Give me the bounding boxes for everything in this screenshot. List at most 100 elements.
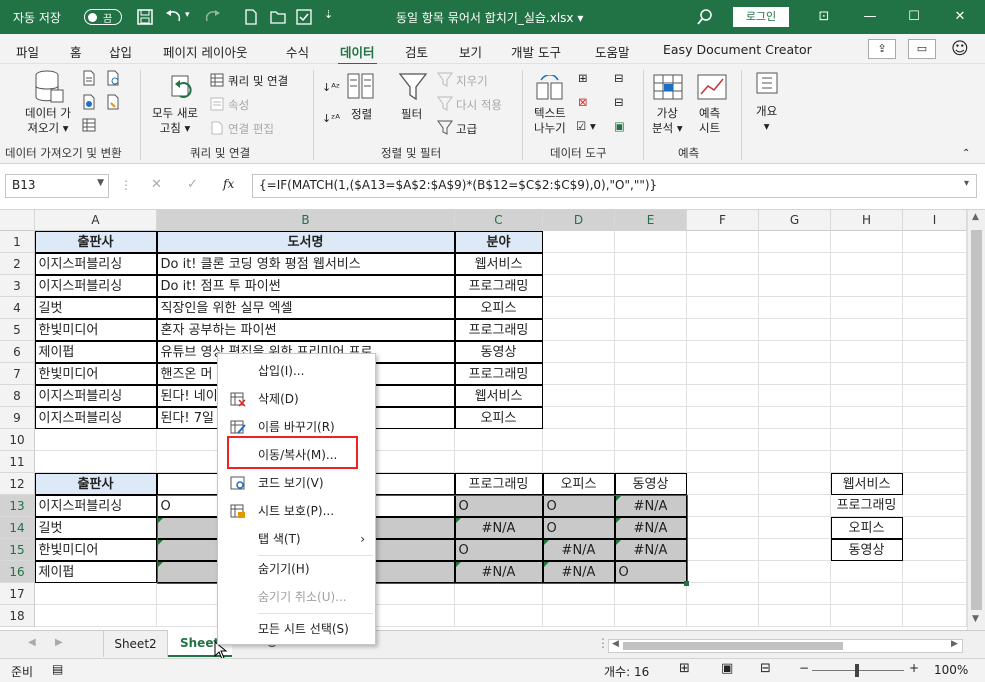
grid-cell[interactable] [687,297,759,319]
category-cell[interactable]: 웹서비스 [454,252,543,275]
row-header[interactable]: 1 [0,231,35,253]
header-category[interactable]: 분야 [454,230,543,253]
zoom-in-icon[interactable]: + [909,661,919,675]
row-header[interactable]: 2 [0,253,35,275]
match-cell[interactable]: #N/A [542,560,615,583]
grid-cell[interactable] [687,605,759,627]
grid-cell[interactable] [759,539,831,561]
queries-connections-button[interactable]: 쿼리 및 연결 [228,73,288,89]
grid-cell[interactable] [543,275,615,297]
match-cell[interactable]: O [542,516,615,539]
grid-cell[interactable] [831,429,903,451]
grid-cell[interactable] [759,385,831,407]
match-cell[interactable]: #N/A [614,538,687,561]
grid-cell[interactable] [615,385,687,407]
grid-cell[interactable] [687,583,759,605]
grid-cell[interactable] [455,605,543,627]
next-sheet-icon[interactable]: ▶ [55,637,63,648]
row-header[interactable]: 3 [0,275,35,297]
menu-item-protect-sheet[interactable]: 시트 보호(P)... [218,497,375,525]
grid-cell[interactable] [759,407,831,429]
relationships-icon[interactable]: ⊟ [614,95,624,109]
grid-cell[interactable] [759,495,831,517]
hscroll-thumb[interactable] [623,642,843,650]
grid-cell[interactable] [543,385,615,407]
clear-button[interactable]: 지우기 [456,73,488,89]
get-data-button[interactable]: 데이터 가 져오기 ▾ [25,106,71,136]
grid-cell[interactable] [615,341,687,363]
grid-cell[interactable] [687,231,759,253]
manage-data-model-icon[interactable]: ▣ [614,119,625,133]
book-title-cell[interactable]: 직장인을 위한 실무 엑셀 [156,296,455,319]
publisher-cell[interactable]: 한빛미디어 [34,318,157,341]
column-header-f[interactable]: F [687,210,759,231]
match-cell[interactable]: O [542,494,615,517]
existing-connections-icon[interactable] [106,94,120,110]
insert-function-icon[interactable]: fx [223,177,234,191]
collapse-ribbon-icon[interactable]: ⌃ [962,148,970,159]
undo-dropdown-icon[interactable]: ▾ [185,10,190,20]
save-icon[interactable] [137,9,153,25]
grid-cell[interactable] [831,297,903,319]
edit-links-button[interactable]: 연결 편집 [228,121,274,137]
grid-cell[interactable] [687,253,759,275]
category-list-cell[interactable]: 프로그래밍 [831,495,903,517]
column-header-e[interactable]: E [615,210,687,231]
grid-cell[interactable] [759,231,831,253]
match-cell[interactable]: O [454,538,543,561]
grid-cell[interactable] [903,539,967,561]
book-title-cell[interactable]: 혼자 공부하는 파이썬 [156,318,455,341]
search-icon[interactable] [697,9,713,25]
grid-cell[interactable] [903,473,967,495]
close-icon[interactable]: ✕ [950,7,970,27]
grid-cell[interactable] [831,341,903,363]
grid-cell[interactable] [615,319,687,341]
grid-cell[interactable] [903,517,967,539]
grid-cell[interactable] [543,583,615,605]
publisher-cell[interactable]: 이지스퍼블리싱 [34,252,157,275]
row-header[interactable]: 10 [0,429,35,451]
grid-cell[interactable] [687,319,759,341]
grid-cell[interactable] [543,429,615,451]
grid-cell[interactable] [903,297,967,319]
menu-file[interactable]: 파일 [16,42,39,61]
header-category-0[interactable]: 프로그래밍 [454,472,543,495]
expand-formula-icon[interactable]: ▾ [964,178,969,189]
publisher-cell[interactable]: 한빛미디어 [34,362,157,385]
grid-cell[interactable] [903,451,967,473]
recent-sources-icon[interactable] [106,70,120,86]
horizontal-scrollbar[interactable]: ◀ ▶ [608,639,963,653]
grid-cell[interactable] [903,341,967,363]
publisher-cell[interactable]: 이지스퍼블리싱 [34,384,157,407]
row-header[interactable]: 5 [0,319,35,341]
menu-item-tab-color[interactable]: 탭 색(T) › [218,525,375,553]
grid-cell[interactable] [35,583,157,605]
grid-cell[interactable] [903,231,967,253]
row-header[interactable]: 6 [0,341,35,363]
menu-item-insert[interactable]: 삽입(I)... [218,357,375,385]
grid-cell[interactable] [903,407,967,429]
sort-button[interactable]: 정렬 [351,106,372,122]
consolidate-icon[interactable]: ⊟ [614,71,624,85]
share-icon[interactable]: ⇪ [868,39,896,59]
page-layout-view-icon[interactable]: ▣ [721,661,733,676]
column-header-h[interactable]: H [831,210,903,231]
grid-cell[interactable] [903,363,967,385]
match-cell[interactable]: #N/A [454,516,543,539]
category-cell[interactable]: 프로그래밍 [454,274,543,297]
row-header[interactable]: 9 [0,407,35,429]
minimize-icon[interactable]: — [860,7,880,27]
ribbon-display-icon[interactable]: ⊡ [814,7,834,27]
menu-review[interactable]: 검토 [405,42,428,61]
grid-cell[interactable] [831,253,903,275]
row-header[interactable]: 8 [0,385,35,407]
cancel-icon[interactable]: ✕ [151,177,162,192]
row-header[interactable]: 13 [0,495,35,517]
outline-button[interactable]: 개요 ▾ [756,104,777,134]
open-file-icon[interactable] [270,9,286,25]
sort-descending-icon[interactable]: ↓ᶻᴬ [322,112,340,125]
row-header[interactable]: 16 [0,561,35,583]
page-break-view-icon[interactable]: ⊟ [760,661,771,676]
menu-help[interactable]: 도움말 [595,42,630,61]
row-header[interactable]: 7 [0,363,35,385]
